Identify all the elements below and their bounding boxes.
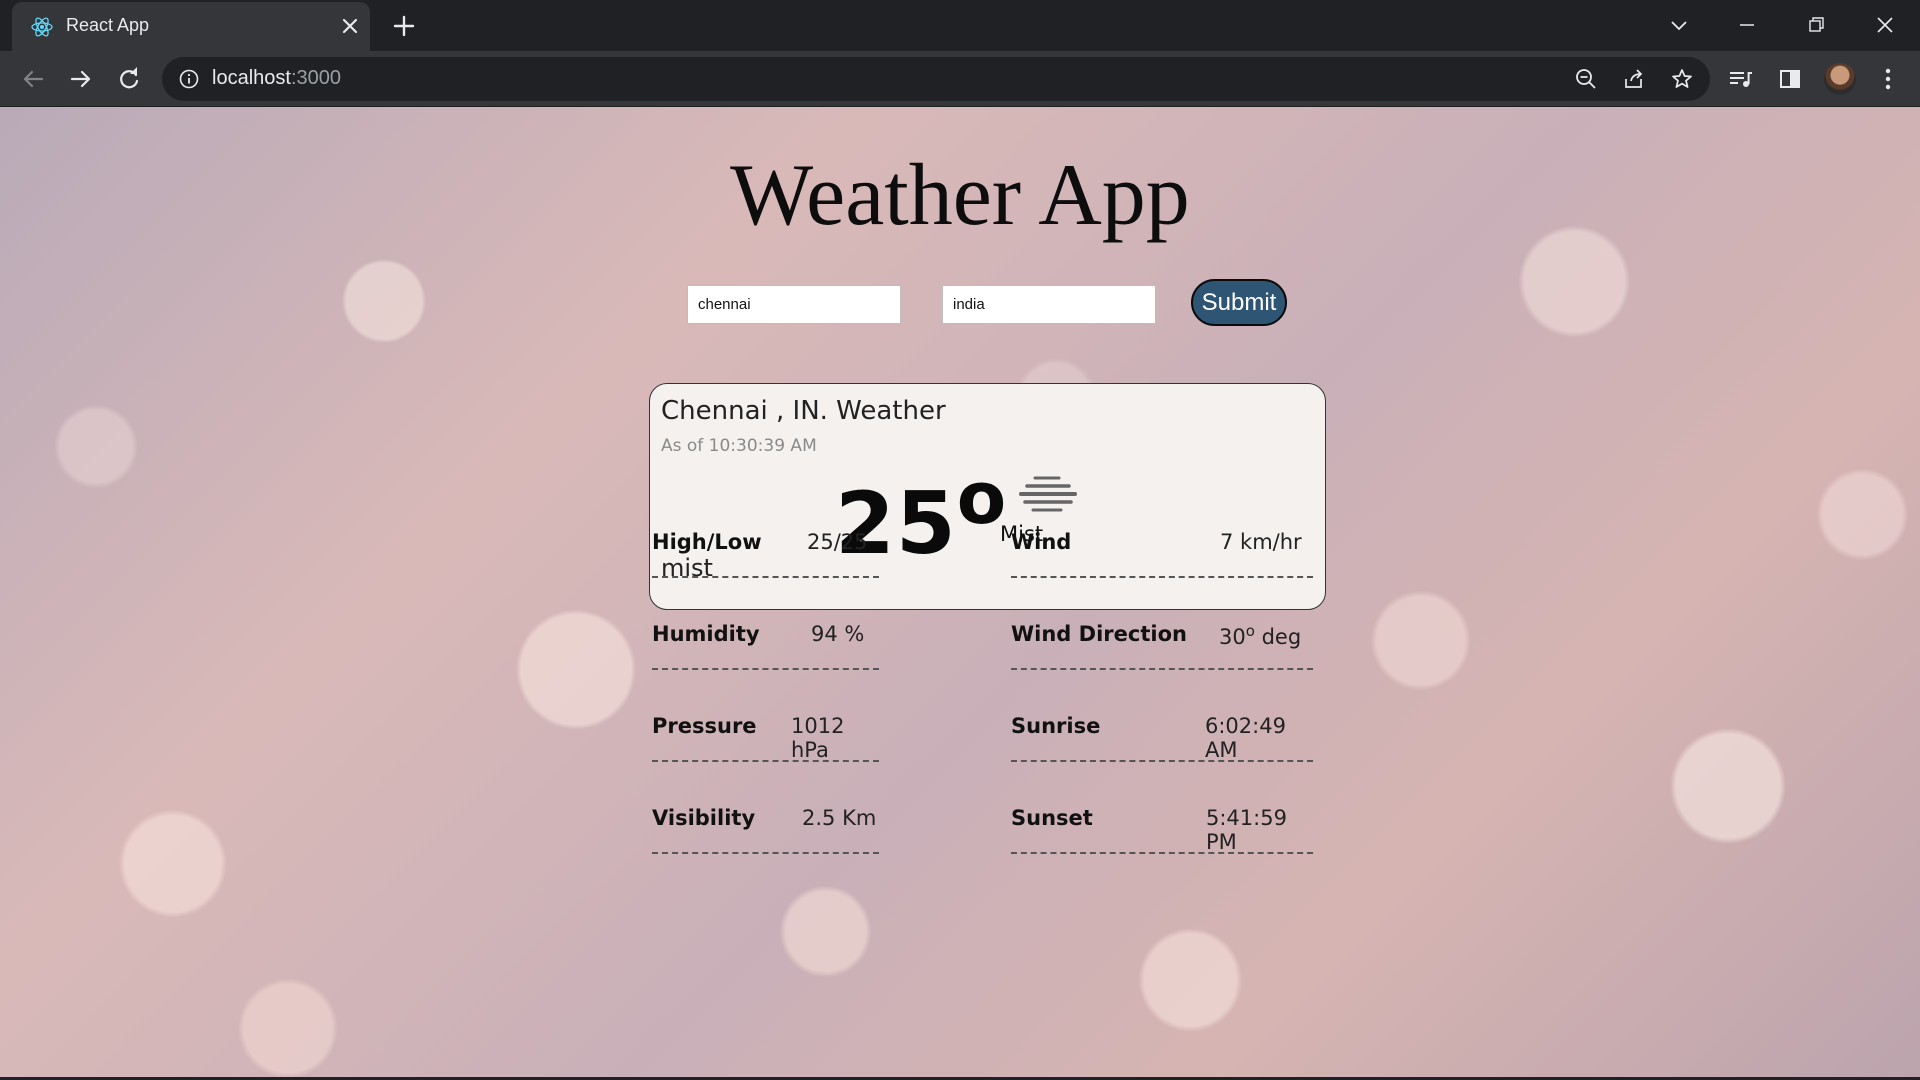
detail-row-wind: Wind 7 km/hr: [1011, 528, 1313, 578]
minimize-icon[interactable]: [1732, 10, 1762, 40]
zoom-out-icon[interactable]: [1574, 67, 1598, 91]
restore-icon[interactable]: [1801, 10, 1831, 40]
detail-label: Humidity: [652, 622, 760, 646]
detail-label: Visibility: [652, 806, 756, 830]
media-control-icon[interactable]: [1726, 65, 1754, 93]
browser-tab[interactable]: React App: [12, 2, 370, 51]
detail-row-pressure: Pressure 1012 hPa: [652, 712, 879, 762]
detail-label: Pressure: [652, 714, 757, 738]
detail-value: 94 %: [811, 622, 865, 646]
tab-search-chevron-icon[interactable]: [1664, 10, 1694, 40]
detail-row-high-low: High/Low 25/25: [652, 528, 879, 578]
back-arrow-icon[interactable]: [18, 64, 48, 94]
url-port: :3000: [290, 67, 341, 89]
share-icon[interactable]: [1622, 67, 1646, 91]
detail-value: 2.5 Km: [802, 806, 877, 830]
wind-direction-unit: deg: [1254, 625, 1302, 649]
tab-title: React App: [66, 15, 150, 35]
new-tab-icon[interactable]: [390, 12, 418, 40]
bookmark-star-icon[interactable]: [1670, 67, 1694, 91]
address-bar[interactable]: localhost:3000: [162, 57, 1710, 101]
close-tab-icon[interactable]: [338, 14, 362, 38]
mist-icon: [1019, 476, 1077, 512]
detail-row-wind-direction: Wind Direction 30o deg: [1011, 620, 1313, 670]
detail-row-visibility: Visibility 2.5 Km: [652, 804, 879, 854]
detail-value: 25/25: [807, 530, 868, 554]
site-info-icon[interactable]: [178, 68, 200, 90]
country-input[interactable]: [942, 285, 1156, 324]
close-window-icon[interactable]: [1870, 10, 1900, 40]
detail-value: 7 km/hr: [1220, 530, 1302, 554]
profile-avatar[interactable]: [1824, 63, 1856, 95]
detail-row-humidity: Humidity 94 %: [652, 620, 879, 670]
detail-value: 5:41:59 PM: [1206, 806, 1287, 854]
as-of-time: As of 10:30:39 AM: [661, 436, 817, 456]
city-input[interactable]: [687, 285, 901, 324]
reload-icon[interactable]: [114, 64, 144, 94]
side-panel-icon[interactable]: [1776, 65, 1804, 93]
detail-value: 1012 hPa: [791, 714, 845, 762]
react-logo-icon: [31, 17, 53, 37]
detail-row-sunset: Sunset 5:41:59 PM: [1011, 804, 1313, 854]
detail-row-sunrise: Sunrise 6:02:49 AM: [1011, 712, 1313, 762]
more-menu-icon[interactable]: [1874, 65, 1902, 93]
page-title: Weather App: [730, 147, 1190, 244]
forward-arrow-icon[interactable]: [66, 64, 96, 94]
detail-value: 6:02:49 AM: [1205, 714, 1286, 762]
detail-label: High/Low: [652, 530, 762, 554]
url-text: localhost:3000: [212, 67, 341, 90]
detail-label: Sunset: [1011, 806, 1093, 830]
detail-label: Sunrise: [1011, 714, 1101, 738]
location-heading: Chennai , IN. Weather: [661, 396, 946, 426]
detail-label: Wind Direction: [1011, 622, 1187, 646]
url-host: localhost: [212, 67, 291, 89]
page-viewport: Weather App Submit Chennai , IN. Weather…: [0, 107, 1920, 1077]
detail-value: 30o deg: [1219, 622, 1301, 649]
detail-label: Wind: [1011, 530, 1072, 554]
submit-button[interactable]: Submit: [1191, 279, 1287, 326]
wind-direction-number: 30: [1219, 625, 1246, 649]
browser-tabstrip: React App: [0, 0, 1920, 51]
degree-symbol: o: [1245, 622, 1255, 640]
browser-toolbar: localhost:3000: [0, 51, 1920, 107]
